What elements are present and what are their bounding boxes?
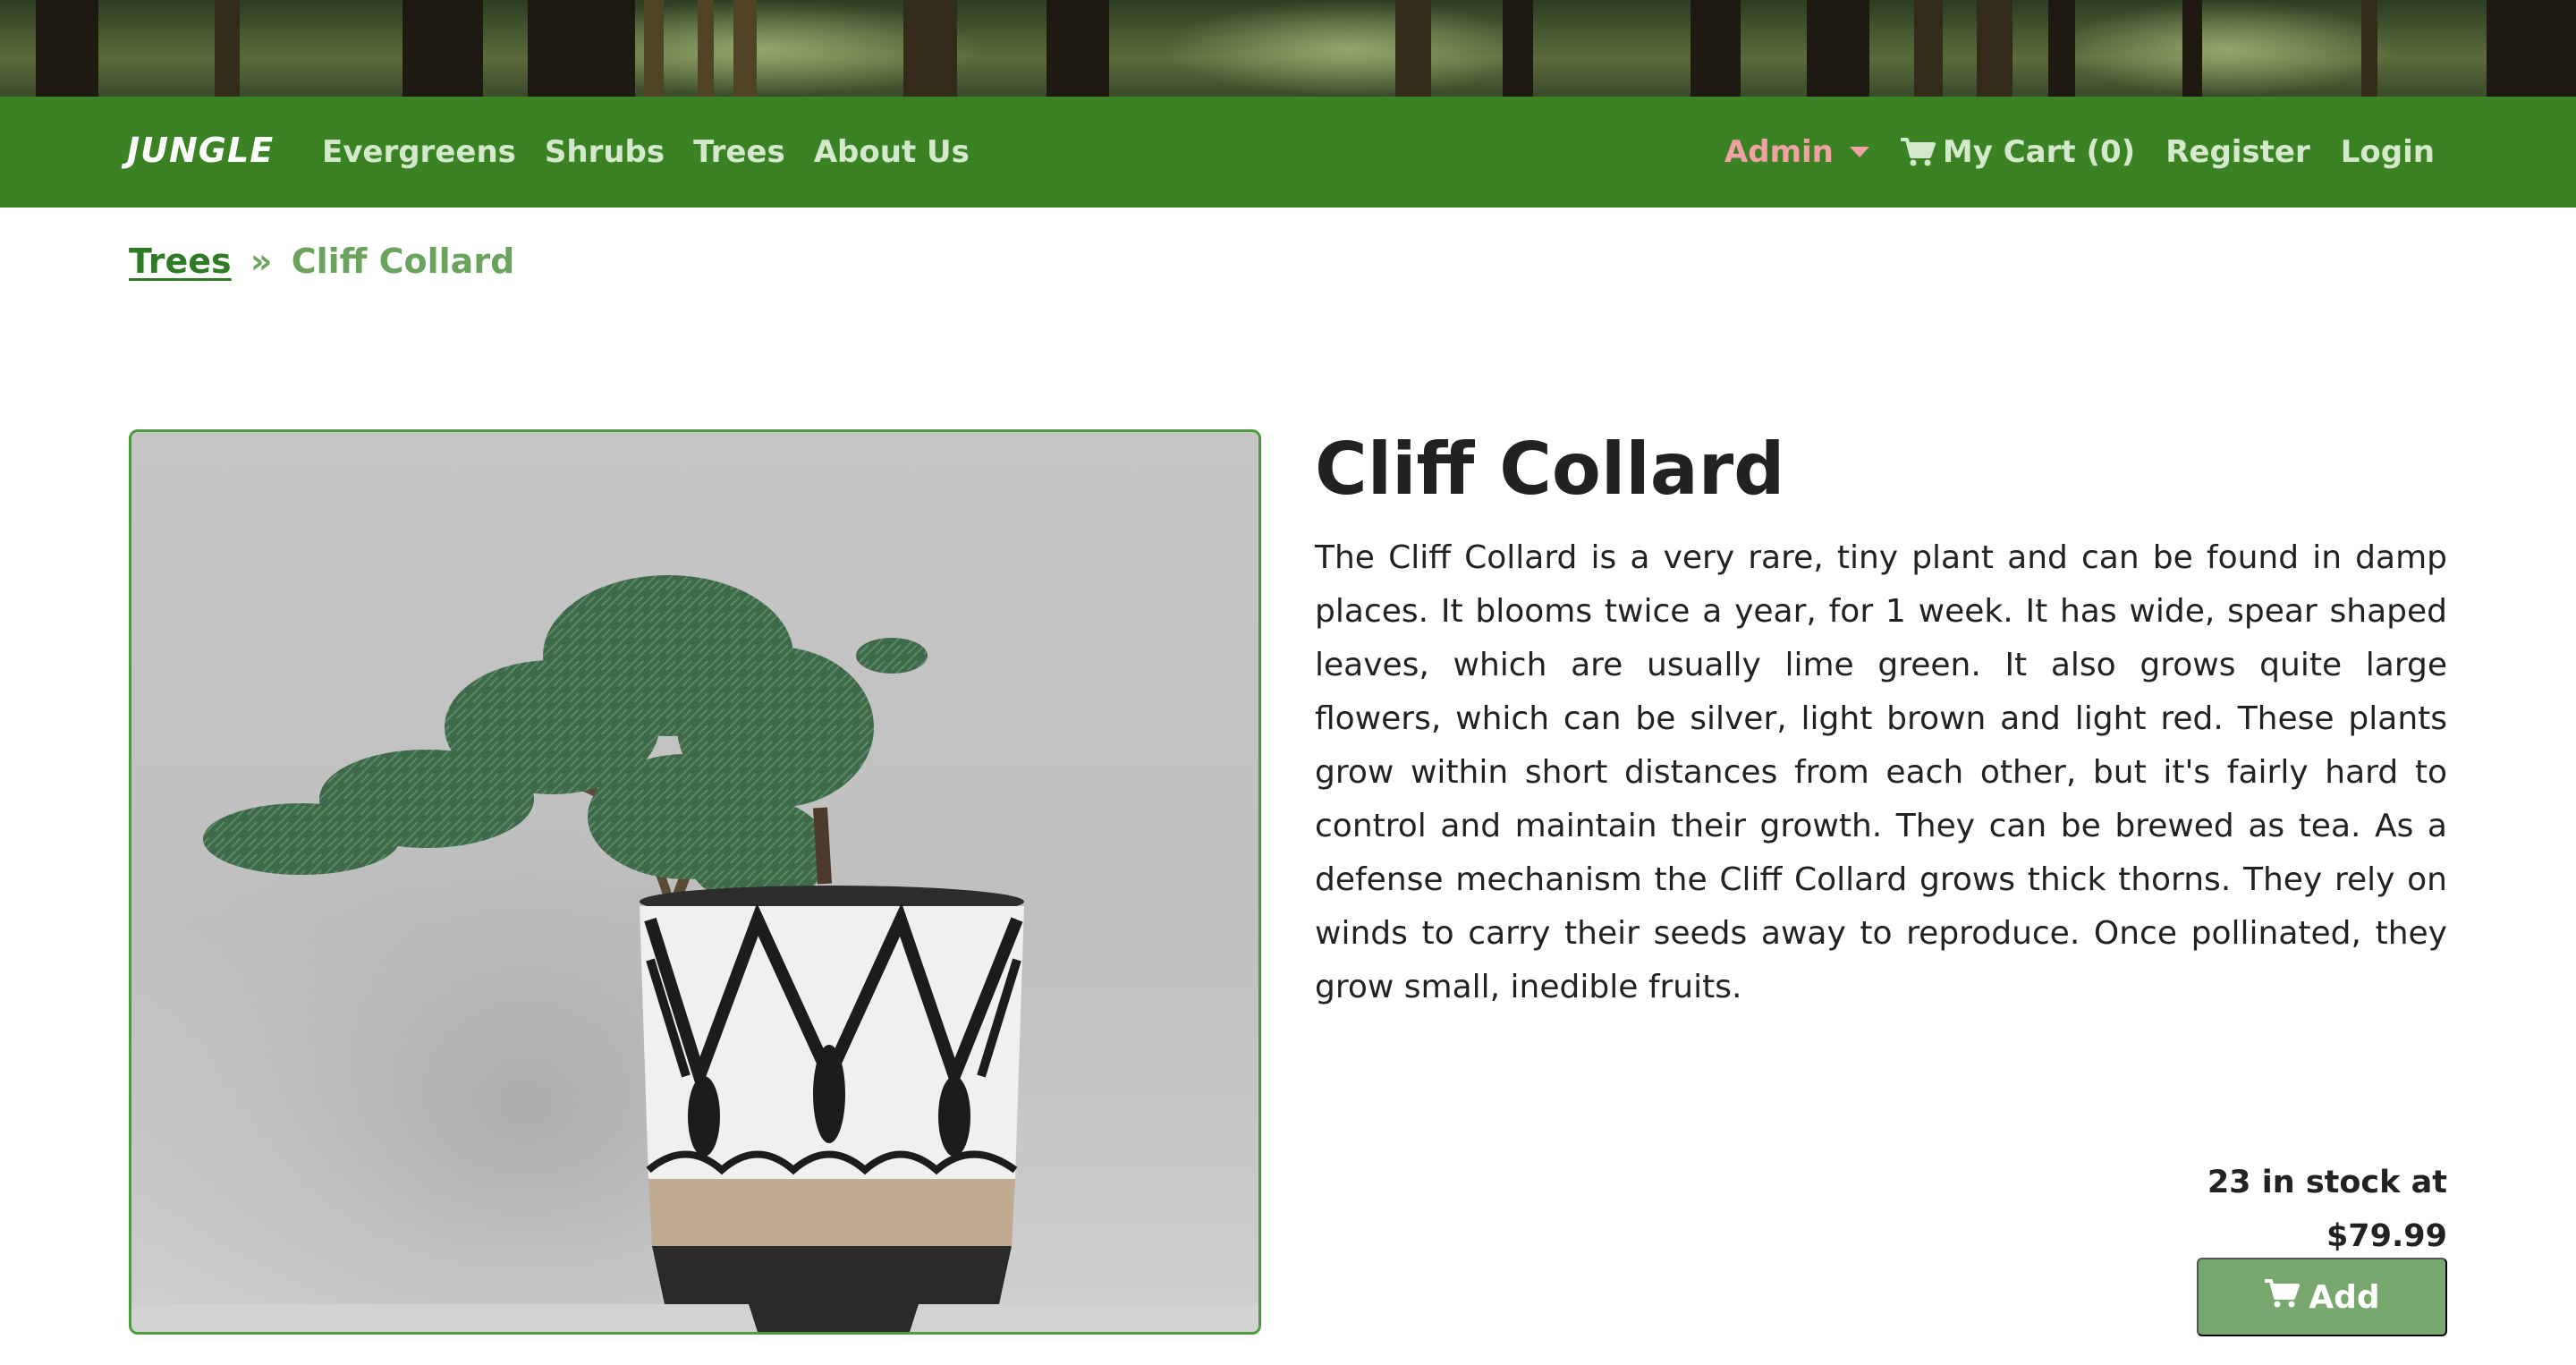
add-button-label: Add	[2309, 1278, 2380, 1316]
tree-trunk	[215, 0, 240, 97]
stock-count: 23 in stock at	[2207, 1165, 2447, 1200]
breadcrumb-current: Cliff Collard	[291, 242, 515, 281]
nav-link-about-us[interactable]: About Us	[814, 134, 970, 170]
tree-trunk	[733, 0, 757, 97]
product-description: The Cliff Collard is a very rare, tiny p…	[1315, 539, 2447, 1005]
bonsai-in-patterned-pot-icon	[131, 432, 1258, 1332]
tree-trunk	[1690, 0, 1741, 97]
tree-trunk	[2182, 0, 2202, 97]
banner-light	[2057, 0, 2397, 97]
brand-logo[interactable]: JUNGLE	[127, 131, 274, 170]
stock-price: 23 in stock at $79.99	[2207, 1156, 2447, 1263]
tree-trunk	[402, 0, 483, 97]
product-price: $79.99	[2326, 1218, 2447, 1254]
breadcrumb-link-trees[interactable]: Trees	[129, 242, 232, 281]
tree-trunk	[903, 0, 957, 97]
product-image	[129, 429, 1261, 1335]
tree-trunk	[2361, 0, 2377, 97]
tree-trunk	[1395, 0, 1431, 97]
cart-icon	[2264, 1278, 2301, 1317]
nav-link-shrubs[interactable]: Shrubs	[545, 134, 665, 170]
main-navbar: JUNGLE Evergreens Shrubs Trees About Us …	[0, 97, 2576, 208]
tree-trunk	[1914, 0, 1943, 97]
tree-trunk	[1807, 0, 1869, 97]
banner-light	[1163, 0, 1538, 97]
tree-trunk	[36, 0, 98, 97]
tree-trunk	[1977, 0, 2012, 97]
tree-trunk	[1503, 0, 1533, 97]
forest-banner	[0, 0, 2576, 97]
caret-down-icon	[1849, 147, 1869, 157]
nav-links: Evergreens Shrubs Trees About Us	[322, 134, 970, 170]
nav-link-evergreens[interactable]: Evergreens	[322, 134, 516, 170]
tree-trunk	[2487, 0, 2576, 97]
breadcrumb: Trees » Cliff Collard	[129, 242, 514, 281]
add-to-cart-button[interactable]: Add	[2197, 1258, 2447, 1336]
tree-trunk	[1046, 0, 1109, 97]
admin-label: Admin	[1724, 134, 1834, 170]
admin-dropdown[interactable]: Admin	[1724, 134, 1869, 170]
tree-trunk	[698, 0, 714, 97]
cart-icon	[1900, 137, 1936, 167]
my-cart-link[interactable]: My Cart (0)	[1900, 134, 2135, 170]
nav-user-links: Admin My Cart (0) Register Login	[1724, 134, 2435, 170]
login-link[interactable]: Login	[2341, 134, 2435, 170]
register-link[interactable]: Register	[2165, 134, 2310, 170]
breadcrumb-separator: »	[250, 242, 273, 281]
tree-trunk	[2048, 0, 2075, 97]
nav-link-trees[interactable]: Trees	[693, 134, 785, 170]
tree-trunk	[528, 0, 635, 97]
cart-label: My Cart (0)	[1942, 134, 2136, 170]
tree-trunk	[644, 0, 664, 97]
product-title: Cliff Collard	[1315, 428, 1785, 511]
